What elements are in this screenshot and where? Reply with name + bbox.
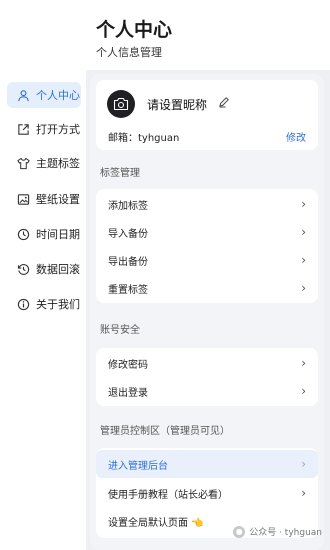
footer-watermark: ● 公众号 · tyhguan	[233, 525, 322, 538]
section-title-account: 账号安全	[100, 325, 140, 336]
chevron-right-icon: ›	[301, 384, 306, 398]
profile-card: 请设置昵称 邮箱：tyhguan 修改	[96, 80, 318, 150]
menu-item-label: 进入管理后台	[108, 460, 168, 472]
image-icon	[17, 193, 30, 206]
wechat-icon: ●	[233, 525, 246, 538]
chevron-right-icon: ›	[301, 486, 306, 500]
add-tag-item[interactable]: 添加标签 ›	[96, 190, 318, 218]
menu-item-label: 修改密码	[108, 359, 148, 371]
sidebar-item-about-us[interactable]: 关于我们	[7, 291, 81, 317]
info-icon	[17, 298, 30, 311]
sidebar-item-label: 打开方式	[36, 123, 80, 136]
chevron-right-icon: ›	[301, 225, 306, 239]
sidebar-item-label: 壁纸设置	[36, 193, 80, 206]
logout-item[interactable]: 退出登录 ›	[96, 377, 318, 405]
section-title-tags: 标签管理	[100, 168, 140, 179]
email-text: 邮箱：tyhguan	[108, 133, 180, 144]
shirt-icon	[17, 157, 30, 170]
reset-tags-item[interactable]: 重置标签 ›	[96, 274, 318, 302]
chevron-right-icon: ›	[301, 281, 306, 295]
enter-admin-item[interactable]: 进入管理后台 ›	[96, 450, 318, 478]
menu-item-label: 退出登录	[108, 387, 148, 399]
sidebar-item-label: 主题标签	[36, 157, 80, 170]
user-icon	[17, 89, 30, 102]
clock-icon	[17, 228, 30, 241]
sidebar-item-wallpaper[interactable]: 壁纸设置	[7, 186, 81, 212]
footer-text: 公众号 · tyhguan	[249, 528, 322, 538]
manual-tutorial-item[interactable]: 使用手册教程（站长必看） ›	[96, 479, 318, 507]
nickname: 请设置昵称	[147, 98, 208, 112]
sidebar-item-datetime[interactable]: 时间日期	[7, 221, 81, 247]
export-backup-item[interactable]: 导出备份 ›	[96, 246, 318, 274]
sidebar-item-personal-center[interactable]: 个人中心	[7, 82, 81, 108]
sidebar-item-data-rollback[interactable]: 数据回滚	[7, 256, 81, 282]
change-password-item[interactable]: 修改密码 ›	[96, 349, 318, 377]
sidebar-item-open-mode[interactable]: 打开方式	[7, 116, 81, 142]
menu-item-label: 导出备份	[108, 256, 148, 268]
chevron-right-icon: ›	[301, 253, 306, 267]
menu-item-label: 重置标签	[108, 284, 148, 296]
sidebar-item-label: 关于我们	[36, 298, 80, 311]
page-subtitle: 个人信息管理	[96, 46, 162, 59]
edit-email-link[interactable]: 修改	[286, 129, 306, 144]
sidebar-item-label: 时间日期	[36, 228, 80, 241]
page-title: 个人中心	[96, 19, 173, 41]
history-icon	[17, 263, 30, 276]
menu-item-label: 设置全局默认页面 👈	[108, 517, 204, 529]
section-title-admin: 管理员控制区（管理员可见）	[100, 426, 230, 437]
chevron-right-icon: ›	[301, 197, 306, 211]
tags-card: 添加标签 › 导入备份 › 导出备份 › 重置标签 ›	[96, 189, 318, 303]
chevron-right-icon: ›	[301, 356, 306, 370]
account-card: 修改密码 › 退出登录 ›	[96, 348, 318, 406]
menu-item-label: 添加标签	[108, 200, 148, 212]
sidebar-item-label: 数据回滚	[36, 263, 80, 276]
menu-item-label: 使用手册教程（站长必看）	[108, 489, 228, 501]
avatar[interactable]	[107, 90, 135, 118]
external-link-icon	[17, 123, 30, 136]
menu-item-label: 导入备份	[108, 228, 148, 240]
camera-icon	[113, 97, 129, 111]
sidebar-item-label: 个人中心	[36, 89, 80, 102]
chevron-right-icon: ›	[301, 457, 306, 471]
sidebar-item-theme-tags[interactable]: 主题标签	[7, 150, 81, 176]
pencil-icon[interactable]	[218, 96, 230, 108]
import-backup-item[interactable]: 导入备份 ›	[96, 218, 318, 246]
